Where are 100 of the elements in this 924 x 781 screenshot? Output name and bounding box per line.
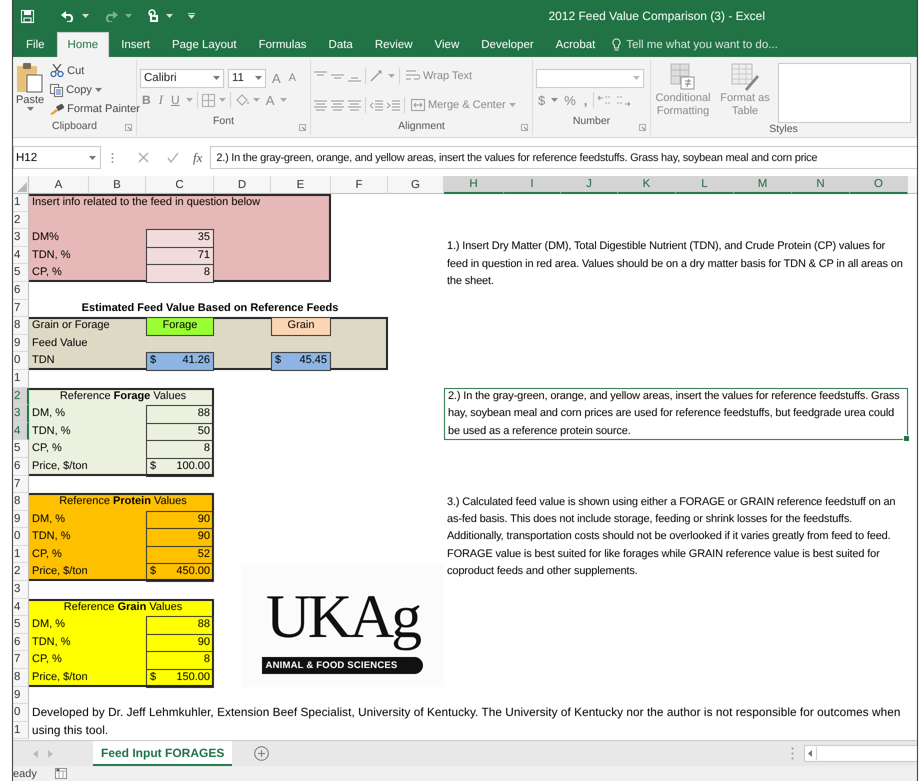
input-cell[interactable]: 8 <box>146 264 214 283</box>
macro-record-icon[interactable] <box>54 768 67 780</box>
align-right-icon[interactable] <box>348 100 361 110</box>
dialog-launcher-icon[interactable] <box>299 124 306 131</box>
row-header[interactable]: 5 <box>13 440 29 458</box>
row-header[interactable]: 6 <box>13 634 29 652</box>
caret-icon[interactable] <box>166 14 173 18</box>
row-header[interactable]: 2 <box>13 563 29 582</box>
caret-icon[interactable] <box>252 98 260 102</box>
align-center-icon[interactable] <box>331 100 344 110</box>
font-name-dropdown[interactable]: Calibri <box>140 68 224 88</box>
ribbon-tab[interactable]: Review <box>364 32 423 57</box>
more-icon[interactable] <box>111 152 114 164</box>
row-header[interactable]: 2 <box>13 388 29 406</box>
caret-icon[interactable] <box>186 98 193 102</box>
row-header[interactable]: 1 <box>13 370 29 388</box>
caret-icon[interactable] <box>213 76 220 80</box>
formula-field[interactable]: 2.) In the gray-green, orange, and yellow areas, insert the values for reference feedstuffs. Grass hay, soybean meal and corn price <box>210 146 917 169</box>
column-header[interactable]: I <box>504 176 561 194</box>
column-header[interactable]: E <box>271 176 331 194</box>
caret-icon[interactable] <box>633 76 640 80</box>
styles-gallery[interactable] <box>778 63 911 123</box>
row-header[interactable]: 5 <box>13 616 29 634</box>
ribbon-tab[interactable]: Developer <box>471 32 544 57</box>
ribbon-tab[interactable]: Insert <box>111 32 160 57</box>
cancel-icon[interactable] <box>138 152 149 163</box>
ribbon-tab[interactable]: File <box>16 32 55 57</box>
increase-decimal-icon[interactable] <box>598 94 612 106</box>
row-header[interactable]: 1 <box>13 546 29 564</box>
value-cell[interactable]: $ 41.26 <box>146 352 214 371</box>
row-header[interactable]: 6 <box>13 458 29 476</box>
undo-icon[interactable] <box>61 10 75 22</box>
fill-bucket-icon[interactable] <box>234 94 249 106</box>
dialog-launcher-icon[interactable] <box>125 124 132 131</box>
caret-icon[interactable] <box>255 76 262 80</box>
row-header[interactable]: 9 <box>13 510 29 528</box>
scroll-right-icon[interactable] <box>48 750 53 758</box>
column-header[interactable]: L <box>676 176 734 194</box>
caret-icon[interactable] <box>26 107 34 111</box>
row-header[interactable]: 0 <box>13 528 29 546</box>
tell-me-field[interactable]: Tell me what you want to do... <box>626 38 826 50</box>
ribbon-tab[interactable]: Home <box>56 32 110 57</box>
column-header[interactable]: D <box>214 176 271 194</box>
input-cell[interactable]: 90 <box>146 634 214 652</box>
row-header[interactable]: 9 <box>13 686 29 704</box>
ribbon-tab[interactable]: Data <box>318 32 363 57</box>
caret-icon[interactable] <box>508 103 516 107</box>
row-header[interactable]: 3 <box>13 405 29 423</box>
input-cell[interactable]: 50 <box>146 422 214 442</box>
insert-function-button[interactable]: fx <box>193 150 202 166</box>
caret-icon[interactable] <box>218 98 226 102</box>
row-header[interactable]: 0 <box>13 704 29 722</box>
ribbon-tab[interactable]: Page Layout <box>162 32 247 57</box>
row-header[interactable]: 8 <box>13 669 29 687</box>
column-header[interactable]: N <box>792 176 850 194</box>
caret-icon[interactable] <box>89 156 96 160</box>
decrease-decimal-icon[interactable] <box>616 94 630 106</box>
column-header[interactable]: K <box>618 176 676 194</box>
ribbon-tab[interactable]: View <box>424 32 470 57</box>
row-header[interactable]: 4 <box>13 422 29 440</box>
resize-handle[interactable] <box>903 435 910 442</box>
input-cell[interactable]: 8 <box>146 651 214 670</box>
copy-button[interactable]: Copy <box>48 82 142 98</box>
increase-indent-icon[interactable] <box>387 100 400 110</box>
option-cell[interactable]: Forage <box>146 317 214 336</box>
row-header[interactable]: 7 <box>13 476 29 494</box>
input-cell[interactable]: 52 <box>146 546 214 564</box>
column-header[interactable]: F <box>331 176 388 194</box>
name-box[interactable]: H12 <box>13 146 101 169</box>
decrease-indent-icon[interactable] <box>370 100 383 110</box>
input-cell[interactable]: 35 <box>146 229 214 248</box>
enter-icon[interactable] <box>167 152 179 163</box>
input-cell[interactable]: 88 <box>146 616 214 635</box>
align-left-icon[interactable] <box>314 100 327 110</box>
column-header[interactable]: O <box>850 176 908 194</box>
input-cell[interactable]: 88 <box>146 405 214 424</box>
column-header[interactable]: G <box>388 176 444 194</box>
row-header[interactable]: 8 <box>13 493 29 511</box>
orientation-icon[interactable] <box>370 70 384 82</box>
caret-icon[interactable] <box>388 74 395 78</box>
column-header[interactable]: M <box>734 176 792 194</box>
row-header[interactable]: 3 <box>13 581 29 599</box>
input-cell[interactable]: $ 100.00 <box>146 458 214 476</box>
row-header[interactable]: 4 <box>13 598 29 616</box>
split-handle-icon[interactable] <box>791 747 794 760</box>
save-icon[interactable] <box>21 10 34 22</box>
number-format-dropdown[interactable] <box>536 68 644 88</box>
row-header[interactable]: 2 <box>13 212 29 230</box>
input-cell[interactable]: 90 <box>146 510 214 530</box>
format-painter-button[interactable]: Format Painter <box>48 102 142 116</box>
caret-icon[interactable] <box>82 14 89 18</box>
row-header[interactable]: 7 <box>13 651 29 670</box>
ribbon-tab[interactable]: Formulas <box>248 32 317 57</box>
value-cell[interactable]: $ 45.45 <box>271 352 331 371</box>
row-header[interactable]: 5 <box>13 264 29 282</box>
add-sheet-icon[interactable] <box>254 746 270 762</box>
column-header[interactable]: A <box>29 176 89 194</box>
caret-icon[interactable] <box>280 98 288 102</box>
column-header[interactable]: B <box>89 176 146 194</box>
input-cell[interactable]: 90 <box>146 528 214 547</box>
